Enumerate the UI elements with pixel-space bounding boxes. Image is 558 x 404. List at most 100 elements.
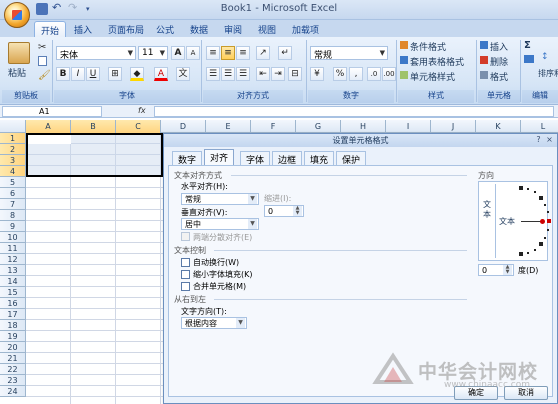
delete-cells-button[interactable]: 删除 <box>490 55 508 68</box>
align-bottom-icon[interactable]: ≡ <box>236 46 250 60</box>
row-header-10[interactable]: 10 <box>0 232 26 243</box>
insert-function-button[interactable]: fx <box>138 106 152 117</box>
justify-distributed-checkbox[interactable] <box>181 232 190 241</box>
comma-button[interactable]: , <box>349 67 363 81</box>
font-color-button[interactable]: A <box>154 67 168 81</box>
wrap-text-checkbox[interactable] <box>181 258 190 267</box>
stepper-down-icon[interactable]: ▼ <box>503 270 512 275</box>
paste-icon[interactable] <box>8 42 30 64</box>
italic-button[interactable]: I <box>71 67 85 81</box>
column-header-k[interactable]: K <box>476 120 521 133</box>
orientation-handle[interactable] <box>540 219 545 224</box>
table-format-button[interactable]: 套用表格格式 <box>410 55 464 68</box>
column-header-c[interactable]: C <box>116 120 161 133</box>
name-box[interactable]: A1 <box>2 106 102 117</box>
tab-formulas[interactable]: 公式 <box>150 21 180 37</box>
row-header-15[interactable]: 15 <box>0 287 26 298</box>
border-icon[interactable]: ⊞ <box>108 67 122 81</box>
column-header-d[interactable]: D <box>161 120 206 133</box>
percent-button[interactable]: % <box>333 67 347 81</box>
vertical-align-select[interactable]: 居中 ▼ <box>181 218 259 230</box>
row-header-24[interactable]: 24 <box>0 386 26 397</box>
orientation-box[interactable]: 文本 文本 <box>478 181 551 261</box>
row-header-1[interactable]: 1 <box>0 133 26 144</box>
tab-data[interactable]: 数据 <box>184 21 214 37</box>
tab-review[interactable]: 审阅 <box>218 21 248 37</box>
sort-filter-button[interactable]: 排序和筛选 <box>538 68 558 79</box>
paste-button[interactable]: 粘贴 <box>8 66 26 79</box>
insert-cells-button[interactable]: 插入 <box>490 40 508 53</box>
decrease-indent-icon[interactable]: ⇤ <box>256 67 270 81</box>
phonetic-icon[interactable]: 文 <box>176 67 190 81</box>
indent-stepper[interactable]: 0 ▲ ▼ <box>264 205 304 217</box>
conditional-format-button[interactable]: 条件格式 <box>410 40 446 53</box>
cell-style-button[interactable]: 单元格样式 <box>410 70 455 83</box>
font-name-combo[interactable]: 宋体 ▼ <box>56 46 136 61</box>
increase-indent-icon[interactable]: ⇥ <box>271 67 285 81</box>
merge-cells-checkbox[interactable] <box>181 282 190 291</box>
vertical-text-sample[interactable]: 文本 <box>483 200 493 220</box>
tab-page-layout[interactable]: 页面布局 <box>102 21 150 37</box>
shrink-to-fit-checkbox[interactable] <box>181 270 190 279</box>
row-header-22[interactable]: 22 <box>0 364 26 375</box>
tab-insert[interactable]: 插入 <box>68 21 98 37</box>
tab-home[interactable]: 开始 <box>34 21 67 37</box>
number-format-combo[interactable]: 常规 ▼ <box>310 46 388 61</box>
formula-input[interactable] <box>154 106 554 117</box>
active-cell[interactable] <box>28 135 71 144</box>
column-header-g[interactable]: G <box>296 120 341 133</box>
autosum-button[interactable]: Σ <box>524 40 531 51</box>
column-header-f[interactable]: F <box>251 120 296 133</box>
decrease-decimal-icon[interactable]: .00 <box>382 67 396 81</box>
align-left-icon[interactable]: ☰ <box>206 67 220 81</box>
degrees-stepper[interactable]: 0 ▲ ▼ <box>478 264 514 276</box>
row-header-6[interactable]: 6 <box>0 188 26 199</box>
grow-font-button[interactable]: A <box>171 46 185 60</box>
column-header-j[interactable]: J <box>431 120 476 133</box>
tab-font[interactable]: 字体 <box>240 151 271 166</box>
bold-button[interactable]: B <box>56 67 70 81</box>
shrink-font-button[interactable]: A <box>186 46 200 60</box>
tab-number[interactable]: 数字 <box>172 151 203 166</box>
close-icon[interactable]: × <box>545 136 554 145</box>
wrap-text-icon[interactable]: ↵ <box>278 46 292 60</box>
row-header-4[interactable]: 4 <box>0 166 26 177</box>
increase-decimal-icon[interactable]: .0 <box>367 67 381 81</box>
row-header-19[interactable]: 19 <box>0 331 26 342</box>
row-header-17[interactable]: 17 <box>0 309 26 320</box>
tab-border[interactable]: 边框 <box>272 151 303 166</box>
merge-center-icon[interactable]: ⊟ <box>288 67 302 81</box>
orientation-icon[interactable]: ↗ <box>256 46 270 60</box>
horizontal-align-select[interactable]: 常规 ▼ <box>181 193 259 205</box>
underline-button[interactable]: U <box>86 67 100 81</box>
column-header-e[interactable]: E <box>206 120 251 133</box>
row-header-20[interactable]: 20 <box>0 342 26 353</box>
stepper-down-icon[interactable]: ▼ <box>293 211 302 216</box>
row-header-23[interactable]: 23 <box>0 375 26 386</box>
column-header-i[interactable]: I <box>386 120 431 133</box>
row-header-16[interactable]: 16 <box>0 298 26 309</box>
format-cells-button[interactable]: 格式 <box>490 70 508 83</box>
row-header-21[interactable]: 21 <box>0 353 26 364</box>
align-top-icon[interactable]: ≡ <box>206 46 220 60</box>
font-size-combo[interactable]: 11 ▼ <box>138 46 168 60</box>
align-middle-icon[interactable]: ≡ <box>221 46 235 60</box>
align-right-icon[interactable]: ☰ <box>236 67 250 81</box>
select-all-button[interactable] <box>0 120 26 133</box>
row-header-8[interactable]: 8 <box>0 210 26 221</box>
tab-view[interactable]: 视图 <box>252 21 282 37</box>
column-header-l[interactable]: L <box>521 120 558 133</box>
column-header-a[interactable]: A <box>26 120 71 133</box>
row-header-13[interactable]: 13 <box>0 265 26 276</box>
tab-addins[interactable]: 加载项 <box>286 21 325 37</box>
cut-icon[interactable]: ✂ <box>38 42 46 53</box>
tab-protection[interactable]: 保护 <box>336 151 367 166</box>
office-button[interactable] <box>4 2 30 28</box>
row-header-12[interactable]: 12 <box>0 254 26 265</box>
row-header-5[interactable]: 5 <box>0 177 26 188</box>
row-header-7[interactable]: 7 <box>0 199 26 210</box>
format-painter-icon[interactable]: 🖌 <box>38 70 51 81</box>
fill-color-icon[interactable]: ◆ <box>130 67 144 81</box>
tab-fill[interactable]: 填充 <box>304 151 335 166</box>
row-header-3[interactable]: 3 <box>0 155 26 166</box>
